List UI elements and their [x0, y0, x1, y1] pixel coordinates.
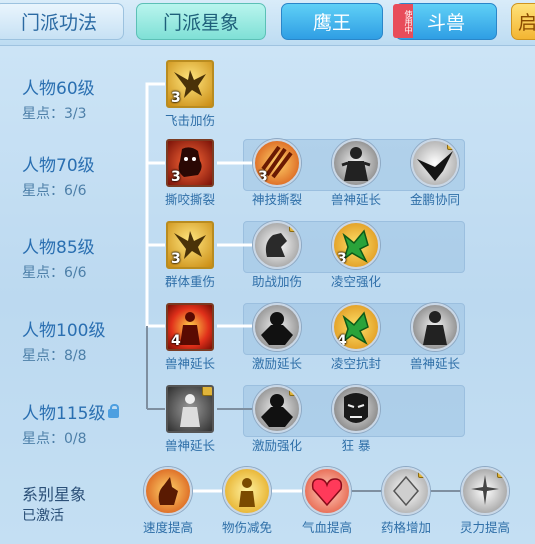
series-hp-up[interactable]: 气血提高 — [299, 467, 355, 536]
golden-figure-icon — [223, 467, 271, 515]
tab-bar: 门派功法 门派星象 鹰王 斗兽 启 使用中 — [0, 0, 535, 46]
skill-level: 3 — [171, 251, 181, 267]
crystal-icon — [382, 467, 430, 515]
tier-level: 人物60级 — [22, 79, 95, 99]
tier-70: 人物70级星点：6/6 — [22, 151, 95, 200]
tier-stars: 星点：0/8 — [22, 431, 87, 447]
dark-figure-icon — [253, 385, 301, 433]
skill-level: 3 — [258, 169, 268, 185]
skill-golden-roc-assist[interactable]: 金鹏协同 — [407, 139, 463, 208]
dark-eagle-icon — [411, 139, 459, 187]
skill-inspire-boost[interactable]: 激励强化 — [249, 385, 305, 454]
skill-fly-strike[interactable]: 3 飞击加伤 — [162, 60, 218, 129]
skill-label: 兽神延长 — [164, 438, 215, 453]
skill-beast-god-extend-3[interactable]: 兽神延长 — [407, 303, 463, 372]
lock-icon — [202, 387, 212, 396]
heart-icon — [303, 467, 351, 515]
series-spirit-up[interactable]: 灵力提高 — [457, 467, 513, 536]
lock-icon — [108, 404, 120, 418]
rage-face-icon — [332, 385, 380, 433]
skill-level: 4 — [337, 333, 347, 349]
skill-label: 兽神延长 — [409, 356, 460, 371]
in-use-ribbon: 使用中 — [393, 4, 413, 38]
eagle-icon: 3 — [166, 60, 214, 108]
tier-level: 人物100级 — [22, 321, 106, 341]
eagle-icon: 3 — [166, 221, 214, 269]
tab-more[interactable]: 启 — [511, 3, 535, 40]
skill-label: 速度提高 — [142, 520, 193, 535]
green-beast-icon: 4 — [332, 303, 380, 351]
skill-berserk[interactable]: 狂 暴 — [328, 385, 384, 454]
skill-label: 神技撕裂 — [251, 192, 302, 207]
skill-beast-god-extend[interactable]: 兽神延长 — [328, 139, 384, 208]
tier-level: 人物85级 — [22, 238, 95, 258]
tier-level: 人物115级 — [22, 399, 120, 424]
series-phys-reduce[interactable]: 物伤减免 — [219, 467, 275, 536]
skill-label: 金鹏协同 — [409, 192, 460, 207]
skill-level: 3 — [171, 169, 181, 185]
series-potion-slots[interactable]: 药格增加 — [378, 467, 434, 536]
tier-level: 人物70级 — [22, 156, 95, 176]
tier-stars: 星点：8/8 — [22, 348, 87, 364]
tier-stars: 星点：6/6 — [22, 183, 87, 199]
skill-label: 激励延长 — [251, 356, 302, 371]
skill-inspire-extend[interactable]: 激励延长 — [249, 303, 305, 372]
skill-label: 气血提高 — [301, 520, 352, 535]
lock-icon — [289, 387, 299, 396]
skill-label: 物伤减免 — [221, 520, 272, 535]
skill-label: 助战加伤 — [251, 274, 302, 289]
skill-label: 药格增加 — [380, 520, 431, 535]
skill-divine-tear[interactable]: 3 神技撕裂 — [249, 139, 305, 208]
lock-icon — [289, 223, 299, 232]
skill-beast-god-extend-locked[interactable]: 兽神延长 — [162, 385, 218, 454]
skill-label: 飞击加伤 — [164, 113, 215, 128]
skill-level: 4 — [171, 333, 181, 349]
series-panel: 系别星象 已激活 速度提高 物伤减免 气血提高 药格增加 灵力提高 — [0, 465, 535, 544]
skill-label: 激励强化 — [251, 438, 302, 453]
skill-label: 凌空抗封 — [330, 356, 381, 371]
skill-bite-tear[interactable]: 3 撕咬撕裂 — [162, 139, 218, 208]
skill-level: 3 — [337, 251, 347, 267]
grab-hand-icon — [253, 221, 301, 269]
figure-icon — [166, 385, 214, 433]
tier-stars: 星点：6/6 — [22, 265, 87, 281]
lock-icon — [497, 469, 507, 478]
skill-label: 狂 暴 — [341, 438, 371, 453]
skill-beast-god-extend-2[interactable]: 4 兽神延长 — [162, 303, 218, 372]
series-speed-up[interactable]: 速度提高 — [140, 467, 196, 536]
skill-label: 兽神延长 — [164, 356, 215, 371]
green-beast-icon: 3 — [332, 221, 380, 269]
skill-aerial-boost[interactable]: 3 凌空强化 — [328, 221, 384, 290]
tier-level-text: 人物115级 — [22, 404, 106, 424]
sparkle-hand-icon — [461, 467, 509, 515]
lock-icon — [418, 469, 428, 478]
tab-eagle-king[interactable]: 鹰王 — [281, 3, 383, 40]
tier-115: 人物115级星点：0/8 — [22, 399, 120, 448]
tier-stars: 星点：3/3 — [22, 106, 87, 122]
skill-label: 群体重伤 — [164, 274, 215, 289]
figure-icon — [411, 303, 459, 351]
skill-label: 兽神延长 — [330, 192, 381, 207]
claw-slash-icon: 3 — [253, 139, 301, 187]
hand-flame-icon — [144, 467, 192, 515]
skill-label: 凌空强化 — [330, 274, 381, 289]
skill-group-wound[interactable]: 3 群体重伤 — [162, 221, 218, 290]
skill-level: 3 — [171, 90, 181, 106]
lock-icon — [447, 141, 457, 150]
tier-100: 人物100级星点：8/8 — [22, 316, 105, 365]
tab-sect-stars[interactable]: 门派星象 — [136, 3, 266, 40]
beast-icon: 3 — [166, 139, 214, 187]
dark-figure-icon — [253, 303, 301, 351]
figure-icon — [332, 139, 380, 187]
skill-label: 撕咬撕裂 — [164, 192, 215, 207]
tier-60: 人物60级星点：3/3 — [22, 74, 95, 123]
figure-icon: 4 — [166, 303, 214, 351]
tab-sect-skills[interactable]: 门派功法 — [0, 3, 124, 40]
skill-assist-damage[interactable]: 助战加伤 — [249, 221, 305, 290]
tier-85: 人物85级星点：6/6 — [22, 233, 95, 282]
skill-aerial-anti-seal[interactable]: 4 凌空抗封 — [328, 303, 384, 372]
skill-label: 灵力提高 — [459, 520, 510, 535]
